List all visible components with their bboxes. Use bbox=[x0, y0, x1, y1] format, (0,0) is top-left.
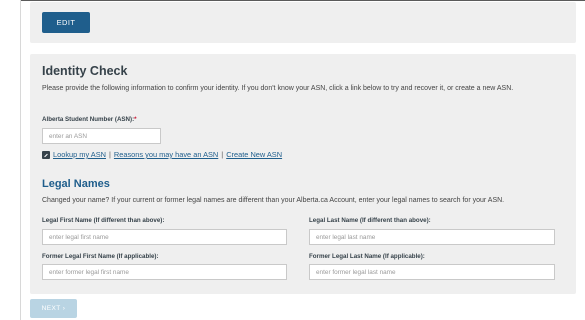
legal-last-name-label: Legal Last Name (If different than above… bbox=[309, 217, 431, 224]
identity-check-description: Please provide the following information… bbox=[42, 85, 514, 92]
edit-button[interactable]: EDIT bbox=[42, 12, 90, 33]
asn-input[interactable] bbox=[42, 128, 161, 144]
asn-links: Lookup my ASN | Reasons you may have an … bbox=[42, 150, 282, 159]
legal-first-name-input[interactable] bbox=[42, 229, 287, 245]
former-last-name-label: Former Legal Last Name (If applicable): bbox=[309, 253, 425, 260]
account-summary-panel: EDIT bbox=[30, 2, 576, 43]
identity-check-title: Identity Check bbox=[42, 64, 128, 78]
lookup-asn-link[interactable]: Lookup my ASN bbox=[53, 150, 106, 159]
legal-first-name-label: Legal First Name (If different than abov… bbox=[42, 217, 165, 224]
frame-left-border bbox=[20, 0, 21, 320]
next-button-label: NEXT bbox=[41, 305, 61, 312]
chevron-right-icon: › bbox=[62, 305, 66, 312]
next-button[interactable]: NEXT › bbox=[30, 299, 77, 318]
legal-names-description: Changed your name? If your current or fo… bbox=[42, 197, 505, 204]
link-separator: | bbox=[221, 150, 224, 159]
create-asn-link[interactable]: Create New ASN bbox=[226, 150, 282, 159]
former-first-name-input[interactable] bbox=[42, 264, 287, 280]
former-last-name-input[interactable] bbox=[309, 264, 555, 280]
legal-last-name-input[interactable] bbox=[309, 229, 555, 245]
external-link-icon bbox=[42, 150, 50, 159]
reasons-asn-link[interactable]: Reasons you may have an ASN bbox=[114, 150, 218, 159]
required-marker: * bbox=[134, 116, 137, 123]
link-separator: | bbox=[109, 150, 111, 159]
frame-top-border bbox=[20, 0, 585, 1]
former-first-name-label: Former Legal First Name (If applicable): bbox=[42, 253, 159, 260]
identity-check-panel: Identity Check Please provide the follow… bbox=[30, 54, 576, 294]
legal-names-title: Legal Names bbox=[42, 178, 110, 190]
asn-label: Alberta Student Number (ASN):* bbox=[42, 116, 137, 123]
asn-label-text: Alberta Student Number (ASN): bbox=[42, 116, 135, 123]
